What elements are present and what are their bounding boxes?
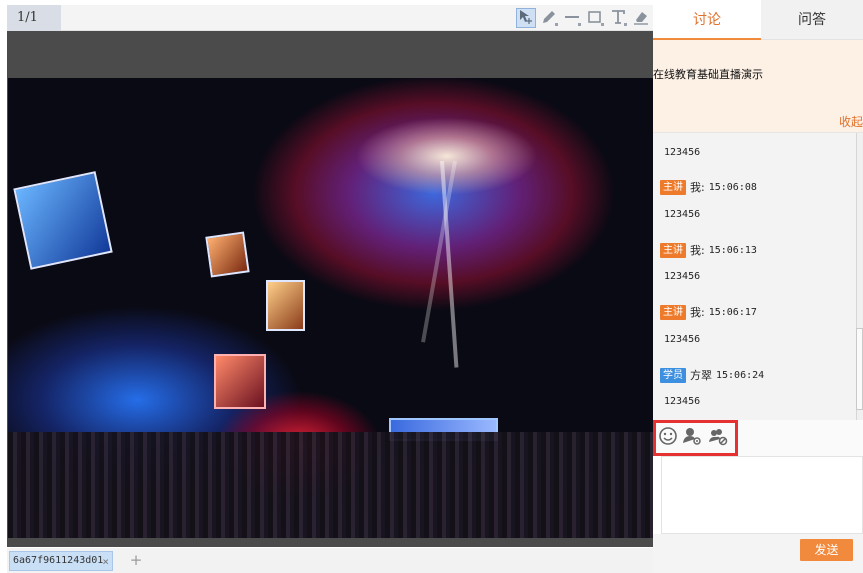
audience [8,432,653,538]
message-header: 主讲 我: 15:06:08 [660,179,757,195]
chat-scrollbar[interactable] [856,133,863,421]
message-time: 15:06:13 [708,244,757,256]
message-header: 主讲 我: 15:06:17 [660,304,757,320]
rectangle-tool[interactable] [585,8,605,28]
message-header: 主讲 我: 15:06:13 [660,242,757,258]
tab-qa[interactable]: 问答 [761,0,863,40]
document-tab-bar: 6a67f9611243d01 × + [7,548,653,573]
arena-screen [205,231,250,279]
send-button[interactable]: 发送 [800,539,853,561]
whiteboard-toolbar: 1/1 [7,5,653,31]
role-badge: 主讲 [660,242,686,258]
sender-name: 我: [690,306,705,319]
text-tool[interactable] [608,8,628,28]
chat-list[interactable]: 123456 主讲 我: 15:06:08 123456 主讲 我: 15:06… [653,132,863,421]
message-time: 15:06:17 [708,306,757,318]
chat-tools-bar [653,420,863,456]
announcement-text: 在线教育基础直播演示 [653,68,763,81]
message-text: 123456 [664,147,701,158]
arena-screen [13,171,113,270]
message-text: 123456 [664,396,701,407]
role-badge: 主讲 [660,179,686,195]
eraser-tool[interactable] [631,8,651,28]
drawing-tools [516,8,651,28]
eraser-icon [633,9,649,28]
user-hide-icon[interactable] [681,425,703,447]
message-time: 15:06:08 [708,181,757,193]
side-panel: 讨论 问答 在线教育基础直播演示 收起 123456 主讲 我: 15:06:0… [653,0,863,573]
message-text: 123456 [664,334,701,345]
role-badge: 学员 [660,367,686,383]
message-text: 123456 [664,209,701,220]
pencil-tool[interactable] [539,8,559,28]
tab-discussion[interactable]: 讨论 [653,0,761,40]
smiley-icon[interactable] [657,425,679,447]
whiteboard-canvas[interactable] [7,31,653,547]
select-move-tool[interactable] [516,8,536,28]
message-time: 15:06:24 [716,369,765,381]
scroll-thumb[interactable] [856,328,863,410]
message-header: 学员 方翠 15:06:24 [660,367,764,383]
document-tab[interactable]: 6a67f9611243d01 × [9,551,113,571]
arena-screen [214,354,266,410]
document-tab-label: 6a67f9611243d01 [13,555,104,566]
presentation-image [8,78,653,538]
collapse-announcement-button[interactable]: 收起 [839,113,863,130]
sender-name: 我: [690,181,705,194]
role-badge: 主讲 [660,304,686,320]
add-document-button[interactable]: + [129,551,143,569]
close-icon[interactable]: × [102,553,109,570]
select-move-icon [518,9,534,28]
group-block-icon[interactable] [707,425,729,447]
arena-screen [266,280,305,331]
chat-footer: 发送 [653,534,863,573]
announcement: 在线教育基础直播演示 收起 [653,40,863,132]
line-tool[interactable] [562,8,582,28]
panel-tabs: 讨论 问答 [653,0,863,40]
live-classroom: 1/1 6a67f9611243d01 × + 讨论 问答 在线教育基础直播演示… [0,0,863,573]
sender-name: 我: [690,244,705,257]
chat-input[interactable] [661,456,863,534]
page-indicator: 1/1 [7,5,61,31]
sender-name: 方翠 [690,369,712,382]
message-text: 123456 [664,271,701,282]
